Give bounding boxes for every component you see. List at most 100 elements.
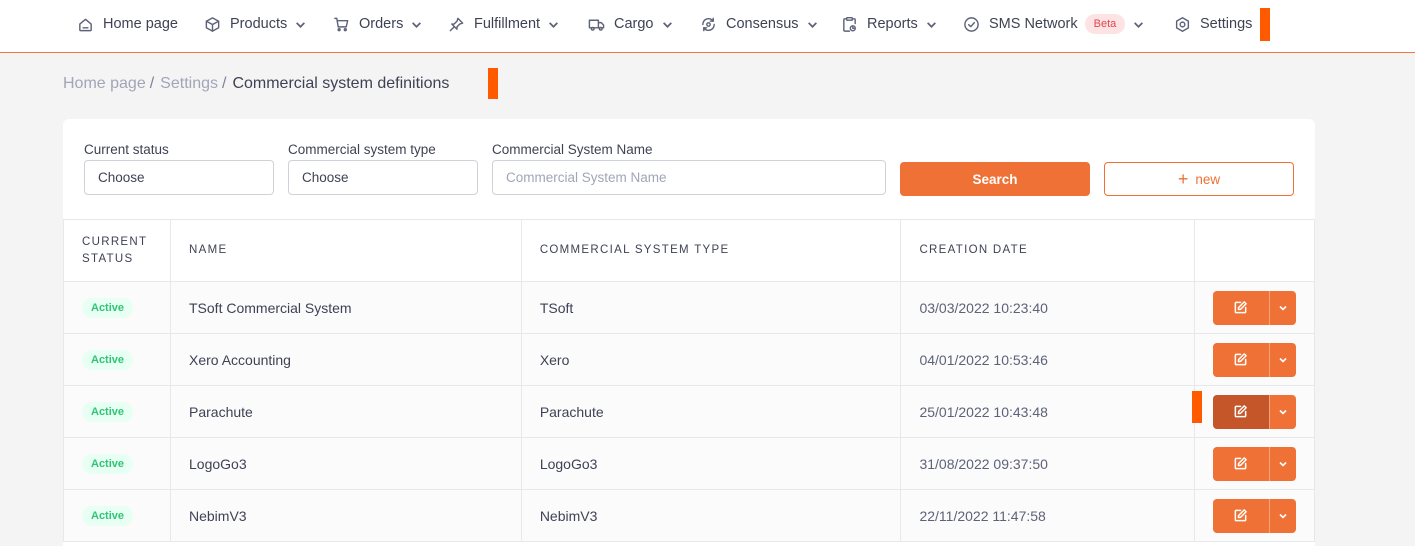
search-button[interactable]: Search <box>900 162 1090 196</box>
actions-dropdown-button[interactable] <box>1268 446 1296 481</box>
home-icon <box>79 18 92 31</box>
nav-item-settings[interactable]: Settings <box>1174 0 1252 48</box>
edit-button[interactable] <box>1212 394 1269 429</box>
plus-icon: + <box>1177 169 1189 189</box>
status-select[interactable]: Choose <box>84 160 274 195</box>
nav-label: Settings <box>1200 16 1253 32</box>
cell-name: LogoGo3 <box>170 437 522 490</box>
breadcrumb-separator: / <box>221 75 227 92</box>
row-actions <box>1212 498 1296 533</box>
cell-date: 03/03/2022 10:23:40 <box>900 281 1195 334</box>
nav-item-cargo[interactable]: Cargo <box>588 0 673 48</box>
check-circle-icon <box>964 16 979 32</box>
chevron-down-icon <box>1279 409 1287 415</box>
box-icon <box>205 16 220 32</box>
cell-date: 25/01/2022 10:43:48 <box>900 385 1195 438</box>
cell-date: 04/01/2022 10:53:46 <box>900 333 1195 386</box>
actions-dropdown-button[interactable] <box>1268 394 1296 429</box>
actions-dropdown-button[interactable] <box>1268 342 1296 377</box>
edit-button[interactable] <box>1212 290 1269 325</box>
chevron-down-icon <box>412 21 422 28</box>
status-badge: Active <box>82 349 134 370</box>
cell-name: Xero Accounting <box>170 333 522 386</box>
nav-item-fulfillment[interactable]: Fulfillment <box>448 0 559 48</box>
table-row: Active NebimV3 NebimV3 22/11/2022 11:47:… <box>63 489 1316 542</box>
header-current-status[interactable]: CURRENT STATUS <box>63 219 171 282</box>
chevron-down-icon <box>1279 461 1287 467</box>
cell-type: Xero <box>520 333 902 386</box>
nav-label: Products <box>230 16 288 32</box>
status-badge: Active <box>82 297 134 318</box>
header-type[interactable]: COMMERCIAL SYSTEM TYPE <box>520 219 902 282</box>
chevron-down-icon <box>1279 357 1287 363</box>
row-actions <box>1212 394 1296 429</box>
nav-label: Orders <box>359 16 404 32</box>
report-icon <box>843 16 856 32</box>
status-filter-label: Current status <box>84 142 169 157</box>
table-row: Active LogoGo3 LogoGo3 31/08/2022 09:37:… <box>63 437 1316 490</box>
nav-label: Reports <box>867 16 918 32</box>
edit-button[interactable] <box>1212 498 1269 533</box>
pin-icon <box>449 17 464 31</box>
nav-item-home-page[interactable]: Home page <box>77 0 178 48</box>
edit-button[interactable] <box>1212 342 1269 377</box>
truck-icon <box>588 19 605 31</box>
edit-icon <box>1235 405 1248 418</box>
status-badge: Active <box>82 453 134 474</box>
cart-icon <box>334 17 349 31</box>
header-creation-date[interactable]: CREATION DATE <box>900 219 1195 282</box>
header-actions <box>1193 219 1316 282</box>
commercial-systems-table: CURRENT STATUS NAME COMMERCIAL SYSTEM TY… <box>63 219 1316 542</box>
new-button[interactable]: + new <box>1104 162 1294 196</box>
nav-item-orders[interactable]: Orders <box>333 0 422 48</box>
row-actions <box>1212 290 1296 325</box>
row-actions <box>1212 342 1296 377</box>
actions-dropdown-button[interactable] <box>1268 498 1296 533</box>
nav-item-reports[interactable]: Reports <box>841 0 937 48</box>
edit-icon <box>1235 509 1248 522</box>
nav-item-sms-network[interactable]: SMS Network Beta <box>963 0 1144 48</box>
nav-label: SMS Network <box>989 16 1078 32</box>
cell-name: Parachute <box>170 385 522 438</box>
chevron-down-icon <box>807 21 817 28</box>
chevron-down-icon <box>926 21 936 28</box>
cell-type: LogoGo3 <box>520 437 902 490</box>
highlight-marker <box>1191 391 1202 423</box>
breadcrumb-home-link[interactable]: Home page <box>63 75 146 93</box>
edit-icon <box>1235 457 1248 470</box>
breadcrumb-separator: / <box>149 75 155 92</box>
new-button-label: new <box>1195 171 1221 187</box>
chevron-down-icon <box>549 21 559 28</box>
name-filter-label: Commercial System Name <box>492 142 653 157</box>
cell-date: 31/08/2022 09:37:50 <box>900 437 1195 490</box>
type-select[interactable]: Choose <box>288 160 478 195</box>
edit-button[interactable] <box>1212 446 1269 481</box>
cell-name: NebimV3 <box>170 489 522 542</box>
chevron-down-icon <box>1134 21 1144 28</box>
table-row: Active Parachute Parachute 25/01/2022 10… <box>63 385 1316 438</box>
top-navigation: Home page Products Orders Fulfillment Ca… <box>0 0 1415 53</box>
table-row: Active TSoft Commercial System TSoft 03/… <box>63 281 1316 334</box>
actions-dropdown-button[interactable] <box>1268 290 1296 325</box>
nav-label: Consensus <box>726 16 799 32</box>
breadcrumb: Home page / Settings / Commercial system… <box>63 75 449 93</box>
status-badge: Active <box>82 505 134 526</box>
edit-icon <box>1235 353 1248 366</box>
chevron-down-icon <box>1279 513 1287 519</box>
cell-type: TSoft <box>520 281 902 334</box>
cell-type: Parachute <box>520 385 902 438</box>
breadcrumb-settings-link[interactable]: Settings <box>160 75 218 93</box>
chevron-down-icon <box>1279 305 1287 311</box>
name-search-input[interactable]: Commercial System Name <box>492 160 886 195</box>
chevron-down-icon <box>662 21 672 28</box>
nav-label: Home page <box>103 16 178 32</box>
table-row: Active Xero Accounting Xero 04/01/2022 1… <box>63 333 1316 386</box>
cell-name: TSoft Commercial System <box>170 281 522 334</box>
nav-item-consensus[interactable]: Consensus <box>700 0 818 48</box>
highlight-marker <box>488 68 498 99</box>
header-name[interactable]: NAME <box>170 219 522 282</box>
cell-date: 22/11/2022 11:47:58 <box>900 489 1195 542</box>
type-filter-label: Commercial system type <box>288 142 436 157</box>
nav-item-products[interactable]: Products <box>204 0 306 48</box>
cell-type: NebimV3 <box>520 489 902 542</box>
